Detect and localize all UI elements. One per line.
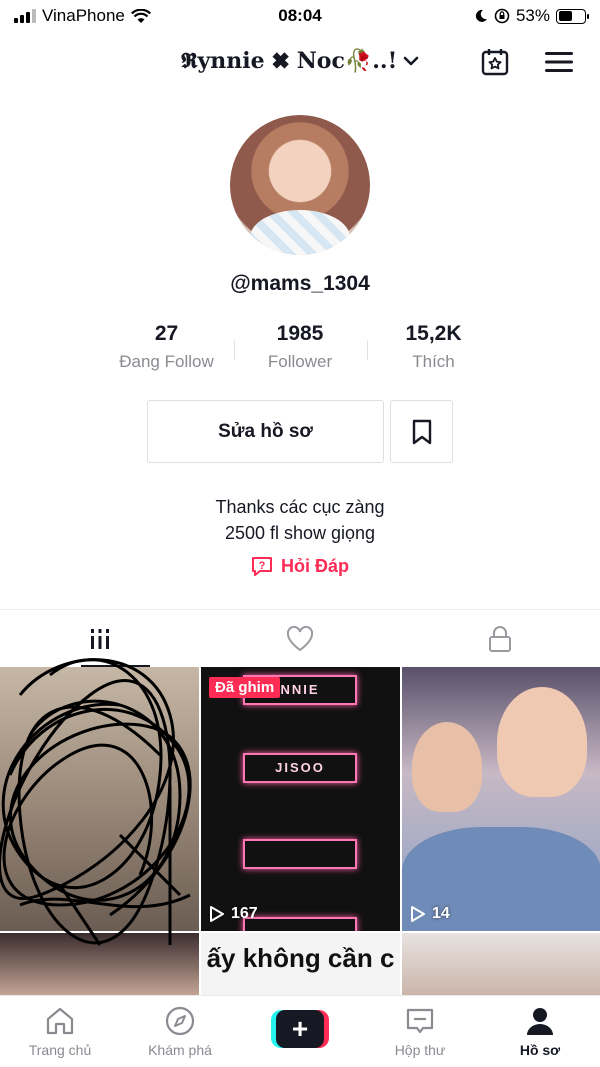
nav-inbox-label: Hộp thư [394, 1042, 446, 1058]
edit-profile-button[interactable]: Sửa hồ sơ [147, 400, 384, 463]
play-count: 167 [209, 905, 258, 923]
likes-label: Thích [412, 352, 455, 371]
chevron-down-icon [403, 56, 419, 66]
neon-label [243, 917, 357, 931]
bio: Thanks các cục zàng 2500 fl show giọng [0, 494, 600, 546]
play-icon [210, 906, 224, 922]
battery-percent: 53% [515, 6, 550, 25]
svg-text:?: ? [259, 560, 266, 572]
qa-label: Hỏi Đáp [280, 555, 349, 576]
hamburger-menu-icon [545, 52, 573, 72]
tab-videos[interactable] [0, 610, 200, 667]
carrier-label: VinaPhone [42, 6, 125, 25]
menu-button[interactable] [541, 44, 577, 80]
qa-link[interactable]: ? Hỏi Đáp [0, 555, 600, 577]
following-count: 27 [154, 322, 179, 345]
play-count: 14 [410, 905, 450, 923]
moon-icon [475, 9, 487, 22]
question-bubble-icon: ? [251, 557, 272, 576]
followers-label: Follower [267, 352, 333, 371]
neon-label [243, 839, 357, 869]
compass-icon [165, 1006, 195, 1036]
nav-profile-label: Hồ sơ [519, 1042, 561, 1058]
status-bar: VinaPhone 08:04 53% [0, 0, 600, 32]
play-count-value: 167 [231, 905, 258, 922]
rotation-lock-icon [494, 8, 510, 24]
nav-discover[interactable]: Khám phá [120, 996, 240, 1067]
video-caption-overlay: ấy không cần c [206, 943, 395, 973]
create-video-button[interactable]: + [240, 996, 360, 1067]
followers-count: 1985 [276, 322, 324, 345]
tab-liked[interactable] [200, 610, 400, 667]
profile-icon [527, 1008, 553, 1035]
nav-inbox[interactable]: Hộp thư [360, 996, 480, 1067]
favorites-button[interactable] [390, 400, 453, 463]
home-icon [46, 1007, 74, 1035]
bottom-navigation: Trang chủ Khám phá + Hộp thư Hồ sơ [0, 995, 600, 1067]
wifi-icon [130, 8, 151, 23]
private-lock-icon [489, 625, 511, 652]
likes-stat[interactable]: 15,2K Thích [367, 322, 500, 372]
calendar-star-icon [481, 49, 509, 76]
video-thumbnail[interactable] [0, 667, 199, 931]
calendar-button[interactable] [477, 44, 513, 80]
bookmark-icon [412, 419, 431, 444]
profile-stats: 27 Đang Follow 1985 Follower 15,2K Thích [100, 322, 500, 372]
video-thumbnail[interactable] [0, 933, 199, 995]
bio-line: 2500 fl show giọng [224, 523, 376, 543]
likes-count: 15,2K [405, 322, 462, 345]
video-thumbnail[interactable]: 14 [402, 667, 600, 931]
avatar[interactable] [230, 115, 370, 255]
cell-signal-icon [14, 9, 36, 23]
content-tabs [0, 609, 600, 667]
following-label: Đang Follow [119, 352, 214, 371]
video-grid: NNIE JISOO Đã ghim 167 14 ấy không cần c [0, 667, 600, 995]
video-thumbnail[interactable] [402, 933, 600, 995]
play-count-value: 14 [432, 905, 450, 922]
battery-icon [556, 8, 589, 24]
video-thumbnail[interactable]: ấy không cần c [201, 933, 400, 995]
pinned-badge: Đã ghim [209, 677, 281, 698]
videos-grid-icon [91, 628, 109, 649]
video-thumbnail[interactable]: NNIE JISOO Đã ghim 167 [201, 667, 400, 931]
play-icon [411, 906, 425, 922]
nav-home-label: Trang chủ [28, 1042, 92, 1058]
username: @mams_1304 [230, 272, 370, 295]
profile-header: 𝕽ynnie ✖ Noc🥀..! [0, 38, 600, 86]
liked-heart-icon [286, 625, 314, 651]
nav-home[interactable]: Trang chủ [0, 996, 120, 1067]
nav-discover-label: Khám phá [148, 1042, 212, 1058]
plus-icon: + [276, 1009, 324, 1048]
nav-profile[interactable]: Hồ sơ [480, 996, 600, 1067]
following-stat[interactable]: 27 Đang Follow [100, 322, 233, 372]
followers-stat[interactable]: 1985 Follower [233, 322, 367, 372]
inbox-icon [406, 1008, 434, 1034]
display-name: 𝕽ynnie ✖ Noc🥀..! [180, 48, 398, 74]
neon-label: JISOO [243, 753, 357, 783]
tab-private[interactable] [400, 610, 600, 667]
bio-line: Thanks các cục zàng [215, 497, 385, 517]
